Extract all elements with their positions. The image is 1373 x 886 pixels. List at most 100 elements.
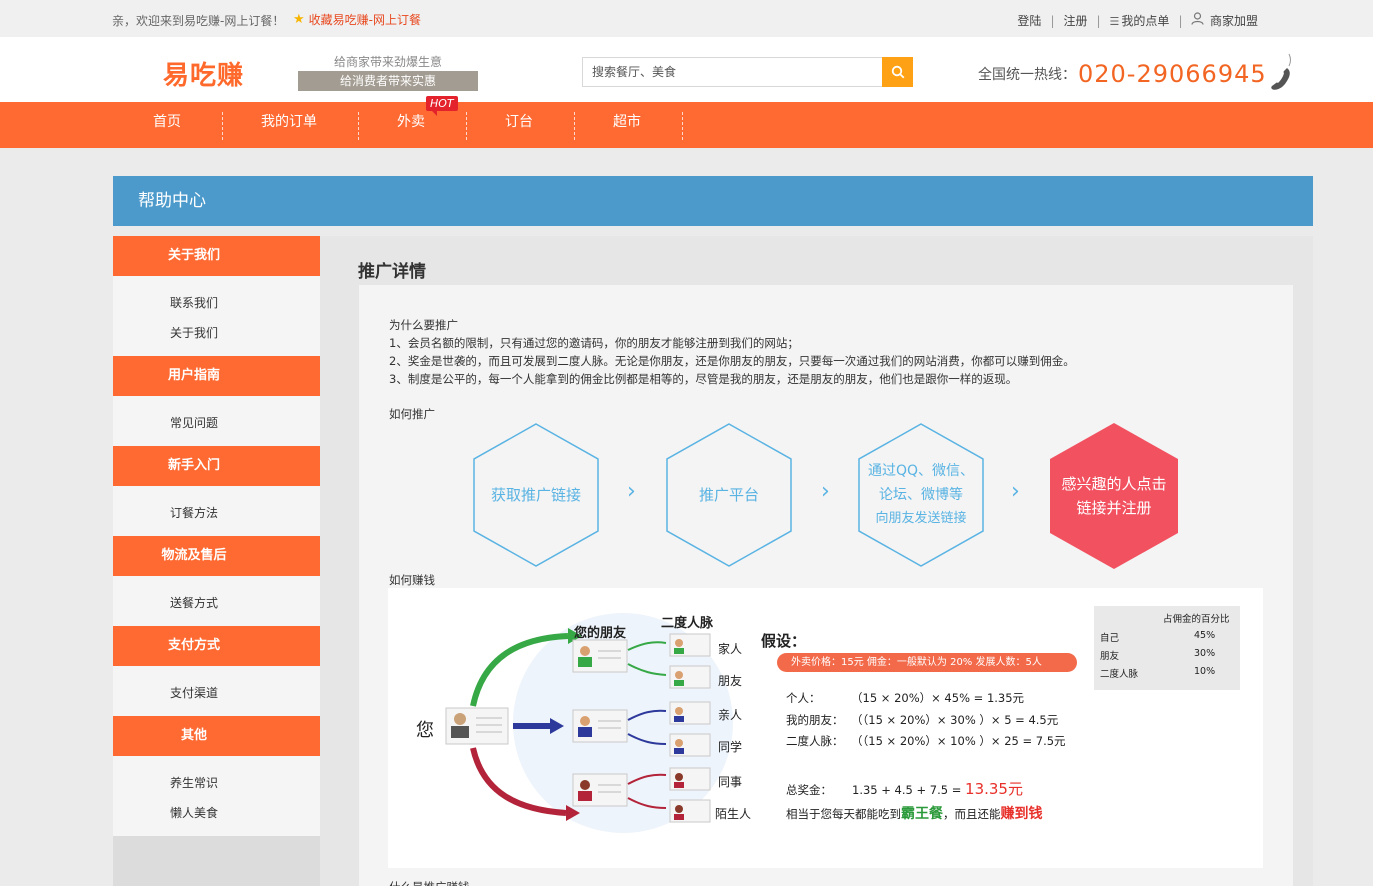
chevron-right-icon: ›	[821, 479, 830, 504]
pct-who: 自己	[1100, 633, 1120, 644]
why-title: 为什么要推广	[389, 318, 458, 332]
relation-label: 陌生人	[715, 807, 752, 821]
sidebar-section-body: 订餐方法	[113, 486, 320, 536]
sidebar-link-delivery[interactable]: 送餐方式	[170, 594, 218, 611]
second-degree-label: 二度人脉	[661, 616, 714, 631]
earning-diagram: 您 您的朋友 二度人脉 家人 朋友 亲人 同学 同事 陌生人 假设： 外卖价格：…	[388, 588, 1263, 868]
divider: |	[1096, 13, 1101, 28]
divider: |	[1178, 13, 1183, 28]
main-nav: 首页 我的订单 外卖 订台 超市	[0, 102, 1373, 148]
sidebar-link-order-method[interactable]: 订餐方法	[170, 504, 218, 521]
search-icon	[891, 65, 904, 79]
sidebar-section-about[interactable]: 关于我们	[113, 236, 320, 276]
relation-label: 同事	[718, 775, 743, 789]
sidebar-link-health[interactable]: 养生常识	[170, 774, 218, 791]
sidebar-section-body: 联系我们 关于我们	[113, 276, 320, 356]
calc-formula: （（15 × 20%）× 10% ）× 25 = 7.5元	[851, 734, 1066, 748]
page-title: 推广详情	[358, 262, 426, 282]
relation-label: 家人	[718, 642, 743, 656]
pct-who: 二度人脉	[1100, 669, 1139, 680]
main-content: 推广详情 为什么要推广 1、会员名额的限制，只有通过您的邀请码，你的朋友才能够注…	[320, 236, 1313, 886]
friends-label: 您的朋友	[574, 626, 627, 641]
step-register: 感兴趣的人点击 链接并注册	[1049, 422, 1179, 570]
summary-prefix: 相当于您每天都能吃到	[786, 807, 901, 821]
login-link[interactable]: 登陆	[1017, 12, 1041, 29]
merchant-join-link[interactable]: 商家加盟	[1191, 12, 1258, 29]
sidebar-link-payment-channel[interactable]: 支付渠道	[170, 684, 218, 701]
nav-divider	[222, 112, 223, 140]
why-point: 2、奖金是世袭的，而且可发展到二度人脉。无论是你朋友，还是你朋友的朋友，只要每一…	[389, 354, 1075, 368]
sidebar-link-contact[interactable]: 联系我们	[170, 294, 218, 311]
divider: |	[1050, 13, 1055, 28]
pct-value: 45%	[1194, 630, 1216, 641]
calc-formula: （15 × 20%）× 45% = 1.35元	[851, 691, 1025, 705]
calc-label: 二度人脉：	[786, 734, 844, 748]
calc-formula: （（15 × 20%）× 30% ）× 5 = 4.5元	[851, 713, 1059, 727]
sidebar-section-body: 常见问题	[113, 396, 320, 446]
user-icon	[1191, 12, 1208, 28]
step-label: 推广平台	[698, 486, 759, 504]
why-point: 1、会员名额的限制，只有通过您的邀请码，你的朋友才能够注册到我们的网站；	[389, 336, 799, 350]
assume-title: 假设：	[761, 632, 807, 650]
top-bar: 亲，欢迎来到易吃赚-网上订餐！ ★ 收藏易吃赚-网上订餐 登陆 | 注册 | ☰…	[0, 0, 1373, 37]
search-button[interactable]	[882, 57, 913, 87]
slogan-consumer: 给消费者带来实惠	[298, 71, 478, 91]
phone-icon	[1269, 52, 1295, 95]
list-icon: ☰	[1109, 15, 1120, 28]
top-links: 登陆 | 注册 | ☰ 我的点单 | 商家加盟	[1017, 12, 1258, 29]
summary-meal: 霸王餐	[901, 806, 943, 822]
search-input[interactable]	[583, 58, 883, 86]
step-label: 感兴趣的人点击 链接并注册	[1061, 475, 1167, 517]
step-label: 通过QQ、微信、 论坛、微博等 向朋友发送链接	[867, 463, 975, 526]
sidebar-section-payment[interactable]: 支付方式	[113, 626, 320, 666]
step-share-link: 通过QQ、微信、 论坛、微博等 向朋友发送链接	[857, 422, 985, 568]
calc-label: 个人：	[786, 691, 821, 705]
sidebar-section-body: 支付渠道	[113, 666, 320, 716]
summary-mid: ，而且还能	[943, 807, 1001, 821]
sidebar-section-beginner[interactable]: 新手入门	[113, 446, 320, 486]
how-earn-title: 如何赚钱	[389, 573, 435, 587]
sidebar-section-body: 送餐方式	[113, 576, 320, 626]
favorite-link[interactable]: ★ 收藏易吃赚-网上订餐	[293, 11, 421, 28]
calc-label: 我的朋友：	[786, 713, 844, 727]
assume-pill: 外卖价格：15元 佣金：一般默认为 20% 发展人数：5人	[777, 653, 1077, 672]
site-logo[interactable]: 易吃赚	[163, 55, 244, 92]
register-link[interactable]: 注册	[1063, 12, 1087, 29]
nav-my-orders[interactable]: 我的订单	[251, 102, 327, 148]
nav-home[interactable]: 首页	[134, 102, 200, 148]
summary-row: 相当于您每天都能吃到霸王餐，而且还能赚到钱	[786, 803, 1043, 823]
step-label: 获取推广链接	[490, 486, 581, 504]
sidebar-section-guide[interactable]: 用户指南	[113, 356, 320, 396]
summary-earn: 赚到钱	[1000, 806, 1043, 822]
nav-reserve[interactable]: 订台	[488, 102, 550, 148]
percentage-table: 占佣金的百分比 自己 45% 朋友 30% 二度人脉 10%	[1094, 606, 1240, 690]
sidebar-link-lazy-food[interactable]: 懒人美食	[170, 804, 218, 821]
total-formula: 1.35 + 4.5 + 7.5 =	[852, 783, 966, 797]
pct-value: 10%	[1194, 666, 1216, 677]
sidebar-section-other[interactable]: 其他	[113, 716, 320, 756]
sidebar-link-faq[interactable]: 常见问题	[170, 414, 218, 431]
chevron-right-icon: ›	[1011, 479, 1020, 504]
merchant-join-label: 商家加盟	[1209, 14, 1258, 28]
nav-divider	[682, 112, 683, 140]
hot-badge: HOT	[426, 96, 458, 116]
total-row: 总奖金： 1.35 + 4.5 + 7.5 = 13.35元	[786, 778, 1023, 799]
nav-supermarket[interactable]: 超市	[596, 102, 658, 148]
sidebar-section-logistics[interactable]: 物流及售后	[113, 536, 320, 576]
hotline-label: 全国统一热线：	[978, 66, 1076, 83]
pct-who: 朋友	[1100, 651, 1120, 662]
my-orders-link[interactable]: ☰ 我的点单	[1110, 12, 1170, 29]
welcome-text: 亲，欢迎来到易吃赚-网上订餐！	[112, 14, 285, 28]
nav-divider	[358, 112, 359, 140]
why-point: 3、制度是公平的，每一个人能拿到的佣金比例都是相等的，尽管是我的朋友，还是朋友的…	[389, 372, 1018, 386]
sidebar-link-about[interactable]: 关于我们	[170, 324, 218, 341]
header: 易吃赚 给商家带来劲爆生意 给消费者带来实惠 全国统一热线： 020-29066…	[0, 37, 1373, 102]
chevron-right-icon: ›	[627, 479, 636, 504]
pct-value: 30%	[1194, 648, 1216, 659]
my-orders-label: 我的点单	[1121, 14, 1170, 28]
next-section-title: 什么是推广赚钱	[389, 879, 470, 886]
help-center-bar: 帮助中心	[113, 176, 1313, 226]
star-icon: ★	[293, 12, 305, 27]
relation-label: 朋友	[718, 674, 743, 688]
hotline-number: 020-29066945	[1078, 59, 1267, 88]
